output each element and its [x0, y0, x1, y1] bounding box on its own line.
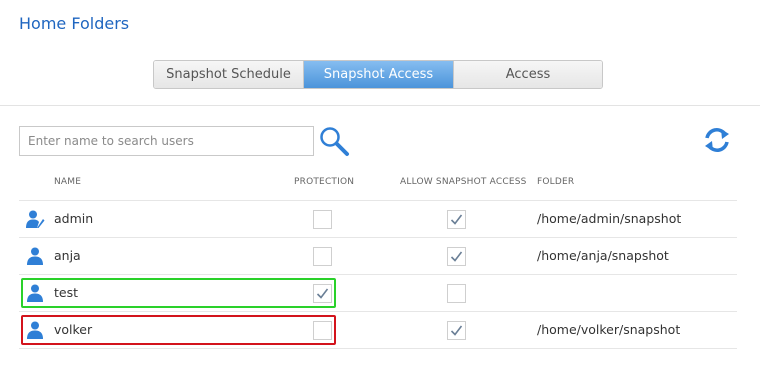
tab-access[interactable]: Access: [454, 61, 602, 88]
column-header-name: NAME: [54, 177, 82, 187]
allow-snapshot-access-checkbox[interactable]: [447, 321, 466, 340]
page-title: Home Folders: [19, 14, 130, 33]
table-row: admin/home/admin/snapshot: [19, 201, 737, 237]
highlight-box-green: [21, 278, 336, 308]
user-name: anja: [54, 248, 81, 263]
allow-snapshot-access-checkbox[interactable]: [447, 247, 466, 266]
table-row: anja/home/anja/snapshot: [19, 238, 737, 274]
row-divider: [19, 348, 737, 349]
admin-user-icon: [25, 209, 45, 229]
user-name: admin: [54, 211, 94, 226]
folder-path: /home/anja/snapshot: [537, 248, 669, 263]
column-header-folder: FOLDER: [537, 177, 575, 187]
search-field[interactable]: [19, 126, 314, 156]
highlight-box-red: [21, 315, 336, 345]
protection-checkbox[interactable]: [313, 210, 332, 229]
divider: [0, 105, 760, 106]
folder-path: /home/volker/snapshot: [537, 322, 681, 337]
tab-snapshot-schedule[interactable]: Snapshot Schedule: [154, 61, 304, 88]
user-icon: [25, 246, 45, 266]
refresh-icon[interactable]: [702, 125, 732, 155]
search-input[interactable]: [26, 133, 313, 149]
search-icon[interactable]: [318, 125, 350, 157]
tab-bar: Snapshot Schedule Snapshot Access Access: [153, 60, 603, 89]
allow-snapshot-access-checkbox[interactable]: [447, 284, 466, 303]
column-header-protection: PROTECTION: [294, 177, 355, 187]
protection-checkbox[interactable]: [313, 247, 332, 266]
tab-snapshot-access[interactable]: Snapshot Access: [304, 61, 454, 88]
folder-path: /home/admin/snapshot: [537, 211, 682, 226]
allow-snapshot-access-checkbox[interactable]: [447, 210, 466, 229]
column-header-allow-snapshot-access: ALLOW SNAPSHOT ACCESS: [400, 177, 527, 187]
